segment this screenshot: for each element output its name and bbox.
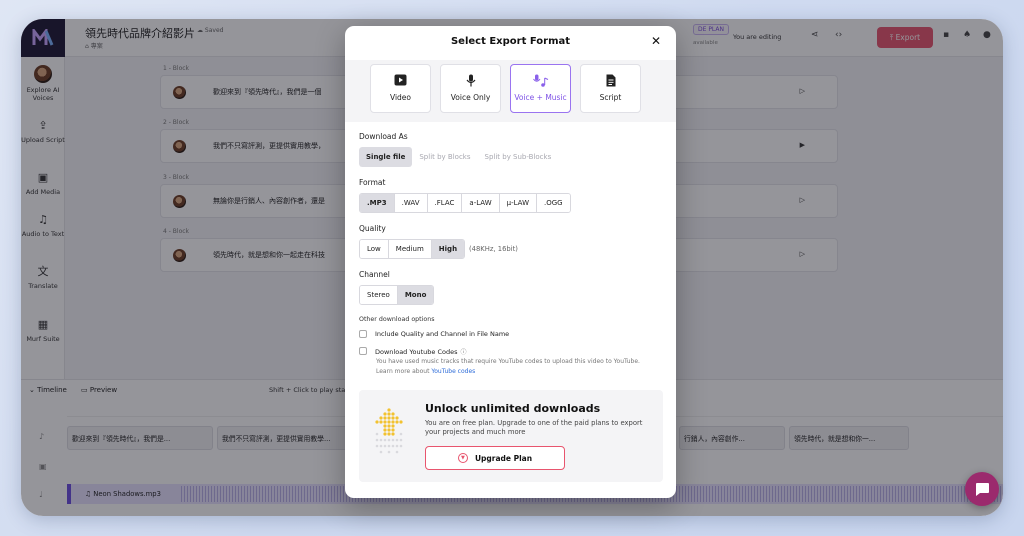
chat-bubble-icon (976, 482, 989, 496)
close-icon[interactable]: ✕ (651, 34, 661, 48)
quality-medium[interactable]: Medium (388, 240, 432, 258)
modal-title: Select Export Format (450, 36, 571, 47)
document-icon (581, 74, 640, 88)
upgrade-plan-button[interactable]: ▼ Upgrade Plan (425, 446, 565, 470)
download-option-split-blocks[interactable]: Split by Blocks (412, 147, 478, 167)
format-flac[interactable]: .FLAC (427, 194, 463, 212)
download-as-selector: Single file Split by Blocks Split by Sub… (359, 147, 559, 167)
channel-label: Channel (359, 270, 390, 279)
video-icon (371, 74, 430, 88)
format-option-script[interactable]: Script (580, 64, 641, 113)
upsell-card: Unlock unlimited downloads You are on fr… (359, 390, 663, 482)
format-label: Format (359, 178, 386, 187)
microphone-icon (441, 74, 500, 88)
format-alaw[interactable]: a-LAW (462, 194, 500, 212)
include-quality-checkbox[interactable] (359, 330, 367, 338)
channel-stereo[interactable]: Stereo (360, 286, 398, 304)
export-format-modal: Select Export Format ✕ Video Voice Only … (345, 26, 676, 498)
upgrade-icon: ▼ (457, 453, 468, 463)
channel-selector: Stereo Mono (359, 285, 435, 305)
youtube-note: You have used music tracks that require … (376, 358, 640, 375)
format-option-voice-music[interactable]: Voice + Music (510, 64, 571, 113)
format-tabs: Video Voice Only Voice + Music Script (345, 60, 676, 122)
info-icon[interactable]: ⓘ (460, 349, 466, 356)
youtube-codes-row[interactable]: Download Youtube Codes ⓘ (375, 347, 466, 356)
quality-high[interactable]: High (431, 240, 465, 258)
format-ogg[interactable]: .OGG (537, 194, 570, 212)
voice-music-icon (511, 74, 570, 88)
channel-mono[interactable]: Mono (397, 286, 434, 304)
quality-label: Quality (359, 224, 386, 233)
format-option-label: Script (599, 93, 622, 102)
youtube-codes-checkbox[interactable] (359, 347, 367, 355)
upsell-description: You are on free plan. Upgrade to one of … (425, 419, 643, 436)
upgrade-plan-label: Upgrade Plan (474, 453, 533, 463)
other-options-label: Other download options (359, 316, 435, 323)
format-option-video[interactable]: Video (370, 64, 431, 113)
download-option-single-file[interactable]: Single file (359, 147, 413, 167)
quality-note: (48KHz, 16bit) (469, 245, 518, 253)
youtube-codes-link[interactable]: YouTube codes (431, 368, 475, 375)
format-option-voice-only[interactable]: Voice Only (440, 64, 501, 113)
download-as-label: Download As (359, 132, 408, 141)
format-option-label: Voice Only (450, 93, 491, 102)
youtube-codes-label[interactable]: Download Youtube Codes (375, 348, 457, 356)
chat-button[interactable] (965, 472, 999, 506)
format-ulaw[interactable]: μ-LAW (499, 194, 537, 212)
file-format-selector: .MP3 .WAV .FLAC a-LAW μ-LAW .OGG (359, 193, 571, 213)
upsell-title: Unlock unlimited downloads (425, 402, 601, 415)
upgrade-arrow-illustration (375, 408, 403, 454)
download-option-split-sub-blocks[interactable]: Split by Sub-Blocks (477, 147, 559, 167)
format-option-label: Video (389, 93, 411, 102)
quality-low[interactable]: Low (360, 240, 389, 258)
format-option-label: Voice + Music (514, 93, 567, 102)
include-quality-label[interactable]: Include Quality and Channel in File Name (375, 330, 509, 338)
format-mp3[interactable]: .MP3 (360, 194, 395, 212)
modal-header: Select Export Format ✕ (345, 26, 676, 60)
format-wav[interactable]: .WAV (394, 194, 428, 212)
quality-selector: Low Medium High (359, 239, 466, 259)
